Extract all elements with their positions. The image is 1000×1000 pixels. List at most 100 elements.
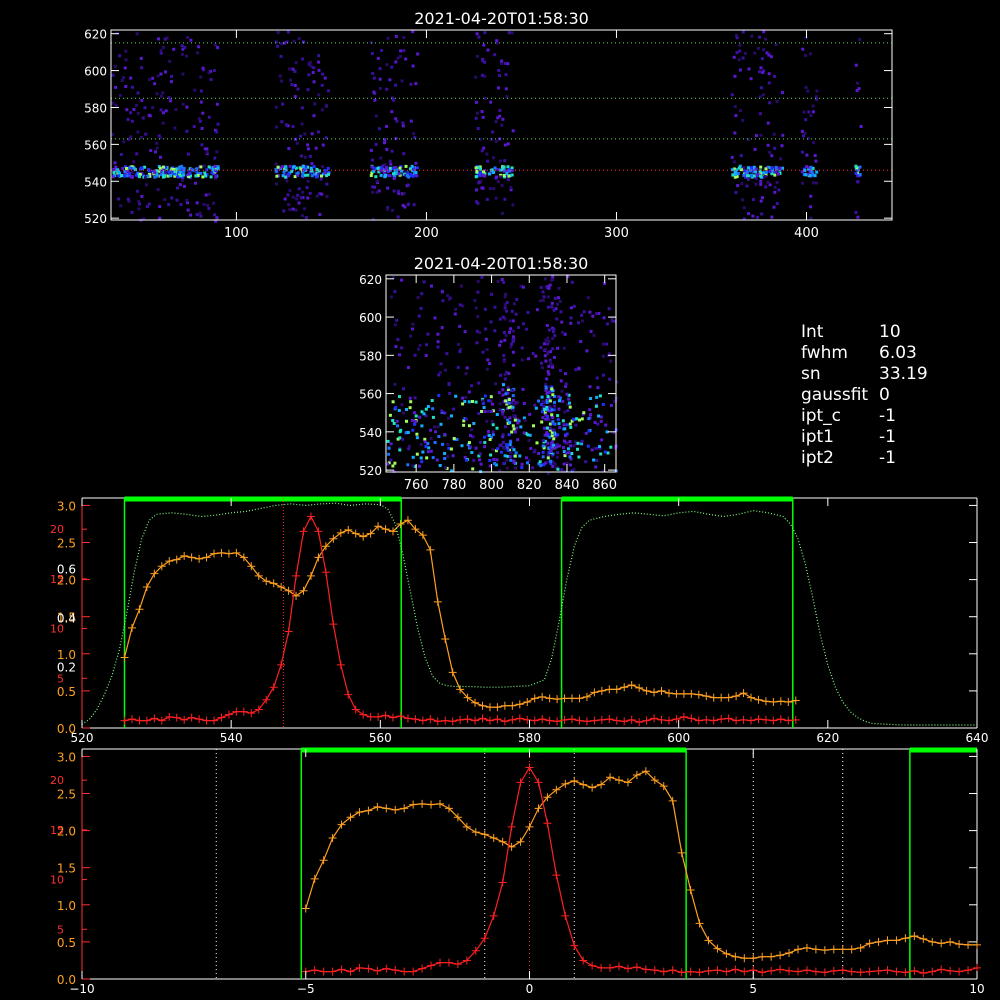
data-point — [364, 964, 373, 973]
heatmap-cell — [300, 214, 304, 218]
data-point — [120, 716, 129, 725]
heatmap-cell — [741, 56, 745, 60]
heatmap-cell — [411, 428, 415, 432]
heatmap-cells — [386, 275, 619, 475]
data-point — [471, 716, 480, 725]
heatmap-cell — [780, 144, 784, 148]
heatmap-cell — [474, 306, 478, 310]
heatmap-cell — [735, 51, 739, 55]
heatmap-cell — [596, 422, 600, 426]
heatmap-cell — [440, 290, 444, 294]
y-tick-label: 560 — [84, 138, 107, 152]
heatmap-cell — [505, 458, 509, 462]
heatmap-cell — [202, 164, 206, 168]
heatmap-cell — [151, 76, 155, 80]
heatmap-cell — [506, 62, 510, 66]
data-point — [597, 715, 606, 724]
heatmap-cell — [535, 308, 539, 312]
data-point — [418, 964, 427, 973]
data-point — [694, 690, 703, 699]
heatmap-cell — [556, 467, 560, 471]
heatmap-cell — [512, 302, 516, 306]
heatmap-cell — [388, 159, 392, 163]
heatmap-cell — [376, 166, 380, 170]
data-point — [847, 967, 856, 976]
heatmap-cell — [199, 165, 203, 169]
heatmap-cell — [178, 170, 182, 174]
heatmap-cell — [591, 314, 595, 318]
heatmap-cell — [169, 99, 172, 103]
heatmap-cell — [431, 456, 435, 460]
heatmap-cell — [379, 173, 383, 177]
data-point — [409, 967, 418, 976]
data-point — [901, 968, 910, 977]
heatmap-cell — [754, 182, 758, 186]
heatmap-cell — [569, 321, 573, 325]
heatmap-cell — [534, 354, 538, 358]
heatmap-cell — [772, 132, 776, 136]
data-point — [731, 965, 740, 974]
heatmap-cell — [447, 416, 451, 420]
data-point — [441, 716, 450, 725]
heatmap-cell — [161, 111, 165, 115]
y3-tick-label: 20 — [50, 774, 64, 787]
data-point — [485, 703, 494, 712]
heatmap-cell — [129, 76, 133, 80]
info-key: fwhm — [801, 343, 848, 363]
heatmap-cell — [604, 423, 608, 427]
heatmap-cell — [813, 154, 817, 158]
y-tick-label: 0.5 — [57, 936, 76, 950]
heatmap-cell — [498, 74, 502, 77]
heatmap-cell — [301, 165, 305, 169]
heatmap-cell — [320, 192, 324, 196]
data-point — [883, 936, 892, 945]
heatmap-cell — [764, 185, 768, 189]
heatmap-cell — [441, 442, 445, 446]
data-point — [561, 911, 570, 920]
x-tick-label: 540 — [220, 731, 243, 745]
data-point — [538, 692, 547, 701]
data-point — [677, 848, 686, 857]
heatmap-cell — [201, 175, 205, 179]
heatmap-cell — [398, 436, 402, 440]
heatmap-cell — [407, 366, 410, 369]
y-tick-label: 0.5 — [57, 685, 76, 699]
y3-tick-label: 5 — [57, 672, 64, 685]
heatmap-cell — [176, 186, 179, 190]
heatmap-cell — [311, 71, 315, 74]
data-point — [627, 715, 636, 724]
data-point — [910, 966, 919, 975]
heatmap-cell — [489, 100, 493, 104]
heatmap-cell — [755, 215, 759, 219]
heatmap-cell — [186, 172, 190, 176]
heatmap-cell — [750, 174, 754, 178]
heatmap-cell — [397, 172, 401, 176]
heatmap-cell — [734, 172, 738, 176]
data-point — [202, 716, 211, 725]
heatmap-cell — [463, 330, 467, 334]
data-point — [570, 941, 579, 950]
data-point — [150, 714, 159, 723]
heatmap-cell — [589, 397, 593, 400]
heatmap-cell — [597, 414, 601, 418]
data-point — [157, 716, 166, 725]
heatmap-cell — [501, 117, 505, 121]
heatmap-cell — [394, 172, 398, 176]
heatmap-cell — [476, 315, 480, 319]
data-point — [180, 715, 189, 724]
heatmap-cell — [396, 56, 400, 60]
heatmap-cell — [401, 437, 405, 441]
heatmap-cell — [394, 166, 397, 169]
heatmap-cell — [385, 63, 389, 67]
data-point — [570, 776, 579, 785]
x-tick-label: −5 — [297, 982, 315, 996]
heatmap-cell — [457, 342, 460, 346]
data-point — [612, 685, 621, 694]
heatmap-cell — [309, 64, 313, 68]
heatmap-cell — [389, 458, 393, 462]
heatmap-cell — [436, 345, 440, 349]
heatmap-cell — [474, 446, 478, 450]
data-point — [802, 966, 811, 975]
heatmap-cell — [809, 205, 813, 209]
heatmap-cell — [759, 179, 763, 183]
